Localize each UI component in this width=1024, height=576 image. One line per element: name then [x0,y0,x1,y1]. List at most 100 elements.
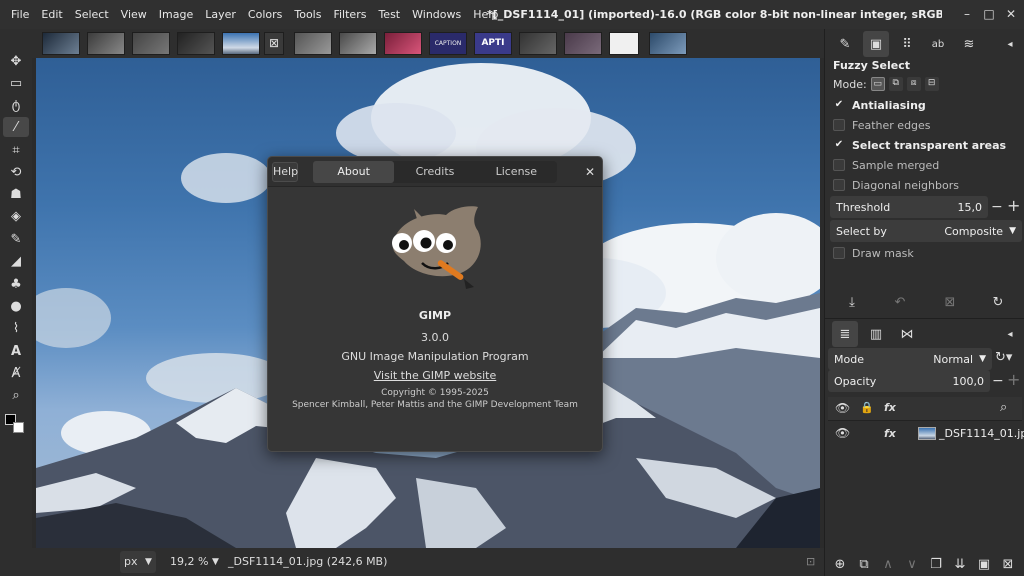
layer-visibility-eye-icon[interactable]: 👁 [835,426,850,440]
save-options-icon[interactable]: ⤓ [839,289,865,315]
minimize-button[interactable]: – [960,7,974,21]
sample-merged-option[interactable]: Sample merged [833,155,1021,175]
fonts-tab-icon[interactable]: ab [925,31,951,57]
image-tab-thumbnail[interactable] [564,32,602,55]
layers-dock-menu-icon[interactable]: ◂ [997,321,1023,347]
menu-windows[interactable]: Windows [406,0,467,29]
feather-edges-checkbox[interactable] [833,119,845,131]
layer-mode-combo[interactable]: Mode Normal ▼ [828,348,992,370]
image-tab-thumbnail[interactable]: CAPTION [429,32,467,55]
feather-edges-option[interactable]: Feather edges [833,115,1021,135]
image-tab-thumbnail[interactable] [87,32,125,55]
image-tab-thumbnail[interactable]: APTI [474,32,512,55]
paintbrush-tool-icon[interactable]: ✎ [3,229,29,249]
new-layer-group-icon[interactable]: ⧉ [851,551,877,576]
lower-layer-icon[interactable]: ∨ [899,551,925,576]
image-tab-thumbnail[interactable] [177,32,215,55]
image-tab-thumbnail[interactable] [132,32,170,55]
reset-options-icon[interactable]: ↻ [985,289,1011,315]
opacity-decrease-icon[interactable]: − [992,374,1004,388]
menu-image[interactable]: Image [153,0,199,29]
diagonal-neighbors-checkbox[interactable] [833,179,845,191]
tab-about[interactable]: About [313,161,395,183]
draw-mask-checkbox[interactable] [833,247,845,259]
mode-intersect-icon[interactable]: ⊟ [924,77,939,91]
image-tab-thumbnail[interactable] [519,32,557,55]
menu-tools[interactable]: Tools [288,0,327,29]
text-tool-icon[interactable]: A [3,341,29,361]
menu-filters[interactable]: Filters [327,0,372,29]
document-history-tab-icon[interactable]: ≋ [956,31,982,57]
menu-test[interactable]: Test [372,0,406,29]
antialiasing-option[interactable]: ✔ Antialiasing [833,95,1021,115]
threshold-increase-icon[interactable]: + [1007,198,1020,214]
draw-mask-option[interactable]: Draw mask [833,243,1021,263]
menu-edit[interactable]: Edit [35,0,68,29]
select-by-combo[interactable]: Select by Composite ▼ [830,220,1022,242]
maximize-button[interactable]: □ [982,7,996,21]
unit-select[interactable]: px ▼ [120,551,156,573]
fuzzy-select-tool-icon[interactable]: ⁄ [3,117,29,137]
layers-tab-icon[interactable]: ≣ [832,321,858,347]
close-window-button[interactable]: ✕ [1004,7,1018,21]
diagonal-neighbors-option[interactable]: Diagonal neighbors [833,175,1021,195]
tab-credits[interactable]: Credits [394,161,475,183]
bucket-fill-tool-icon[interactable]: ◈ [3,206,29,226]
menu-colors[interactable]: Colors [242,0,288,29]
search-icon[interactable]: ⌕ [1000,400,1007,415]
opacity-increase-icon[interactable]: + [1007,372,1020,388]
paths-tool-icon[interactable]: ⌇ [3,318,29,338]
image-tab-thumbnail-active[interactable] [222,32,260,55]
transform-tool-icon[interactable]: ⟲ [3,162,29,182]
image-tab-thumbnail[interactable] [649,32,687,55]
select-transparent-option[interactable]: ✔ Select transparent areas [833,135,1021,155]
channels-tab-icon[interactable]: ▥ [863,321,889,347]
merge-down-icon[interactable]: ⇊ [947,551,973,576]
mask-icon[interactable]: ▣ [971,551,997,576]
image-tab-thumbnail[interactable] [294,32,332,55]
smudge-tool-icon[interactable]: ● [3,296,29,316]
effects-header-icon[interactable]: fx [884,401,896,414]
restore-options-icon[interactable]: ↶ [887,289,913,315]
antialiasing-check-icon[interactable]: ✔ [833,99,845,111]
zoom-value[interactable]: 19,2 % [170,548,208,576]
opacity-spinscale[interactable]: Opacity 100,0 [828,370,990,392]
close-tab-icon[interactable]: ⊠ [264,32,284,55]
brush-tab-icon[interactable]: ✎ [832,31,858,57]
warp-tool-icon[interactable]: ☗ [3,184,29,204]
delete-layer-icon[interactable]: ⊠ [995,551,1021,576]
menu-select[interactable]: Select [69,0,115,29]
lasso-tool-icon[interactable]: ტ [3,95,29,115]
paths-tab-icon[interactable]: ⋈ [894,321,920,347]
mode-add-icon[interactable]: ⧉ [888,77,903,91]
clone-tool-icon[interactable]: ♣ [3,274,29,294]
layer-name[interactable]: _DSF1114_01.jpg [939,427,1024,440]
navigate-icon[interactable]: ⊡ [806,548,815,576]
zoom-chevron-down-icon[interactable]: ▼ [212,548,219,576]
gegl-text-tool-icon[interactable]: Ⱥ [3,363,29,383]
image-tab-thumbnail[interactable] [609,32,639,55]
menu-layer[interactable]: Layer [199,0,242,29]
patterns-tab-icon[interactable]: ⠿ [894,31,920,57]
mode-subtract-icon[interactable]: ⧈ [906,77,921,91]
layer-row[interactable]: 👁 fx _DSF1114_01.jpg [828,423,1024,445]
raise-layer-icon[interactable]: ∧ [875,551,901,576]
mode-replace-icon[interactable]: ▭ [870,77,885,91]
layer-effects-icon[interactable]: fx [884,427,896,440]
image-tab-thumbnail[interactable] [339,32,377,55]
threshold-decrease-icon[interactable]: − [991,200,1003,214]
dock-menu-icon[interactable]: ◂ [997,31,1023,57]
sample-merged-checkbox[interactable] [833,159,845,171]
zoom-tool-icon[interactable]: ⌕ [3,385,29,405]
tool-options-tab-icon[interactable]: ▣ [863,31,889,57]
lock-icon[interactable]: 🔒 [860,401,874,414]
visibility-eye-icon[interactable]: 👁 [835,401,850,415]
image-tab-thumbnail[interactable] [384,32,422,55]
website-link[interactable]: Visit the GIMP website [268,369,602,382]
menu-file[interactable]: File [0,0,35,29]
menu-view[interactable]: View [115,0,153,29]
image-tab-thumbnail[interactable] [42,32,80,55]
delete-options-icon[interactable]: ⊠ [937,289,963,315]
rect-select-tool-icon[interactable]: ▭ [3,73,29,93]
duplicate-layer-icon[interactable]: ❐ [923,551,949,576]
